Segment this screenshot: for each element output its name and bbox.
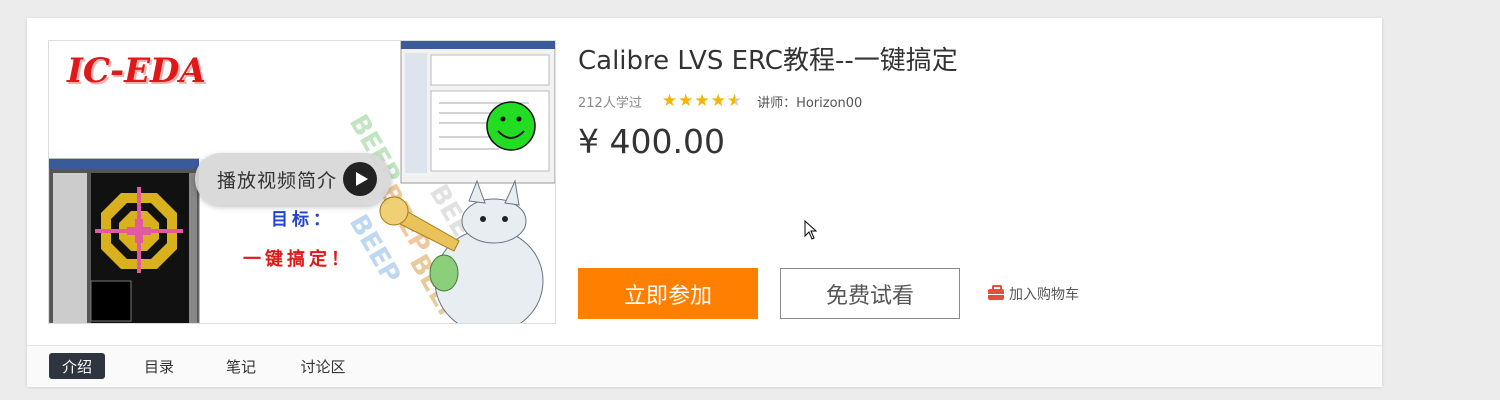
play-video-label: 播放视频简介 [217, 169, 338, 192]
star-icon: ★ [710, 91, 726, 111]
play-video-button[interactable]: 播放视频简介 [195, 153, 391, 205]
star-icon: ★ [661, 91, 678, 111]
add-to-cart-label: 加入购物车 [1009, 287, 1079, 303]
tab-intro[interactable]: 介绍 [49, 353, 105, 379]
join-button[interactable]: 立即参加 [578, 268, 758, 319]
course-card: BEEP BEEP BEEP BEEP BEEP IC-EDA 目标： 一键搞定… [27, 18, 1382, 387]
thumbnail-text-oneclick: 一键搞定！ [243, 249, 353, 270]
course-thumbnail[interactable]: BEEP BEEP BEEP BEEP BEEP IC-EDA 目标： 一键搞定… [48, 40, 556, 324]
free-trial-button[interactable]: 免费试看 [780, 268, 960, 319]
rating-stars: ★ ★ ★ ★ ★ [662, 93, 743, 110]
course-meta: 212人学过 ★ ★ ★ ★ ★ 讲师：Horizon00 [578, 92, 863, 112]
course-price: ¥ 400.00 [578, 122, 725, 161]
tab-discussion[interactable]: 讨论区 [293, 353, 353, 379]
star-icon: ★ [678, 91, 694, 111]
star-half-icon: ★ [726, 91, 743, 111]
briefcase-icon [988, 284, 1004, 300]
teacher-name: 讲师：Horizon00 [757, 96, 863, 111]
course-title: Calibre LVS ERC教程--一键搞定 [578, 46, 958, 76]
add-to-cart-link[interactable]: 加入购物车 [988, 284, 1079, 304]
tab-catalog[interactable]: 目录 [131, 353, 187, 379]
tab-notes[interactable]: 笔记 [213, 353, 269, 379]
mouse-cursor-icon [804, 220, 818, 240]
thumbnail-logo: IC-EDA [67, 51, 206, 91]
thumbnail-text-goal: 目标： [271, 210, 334, 230]
course-tabs: 介绍 目录 笔记 讨论区 [27, 345, 1382, 387]
play-icon [343, 162, 377, 196]
star-icon: ★ [694, 91, 710, 111]
learner-count: 212人学过 [578, 96, 642, 111]
